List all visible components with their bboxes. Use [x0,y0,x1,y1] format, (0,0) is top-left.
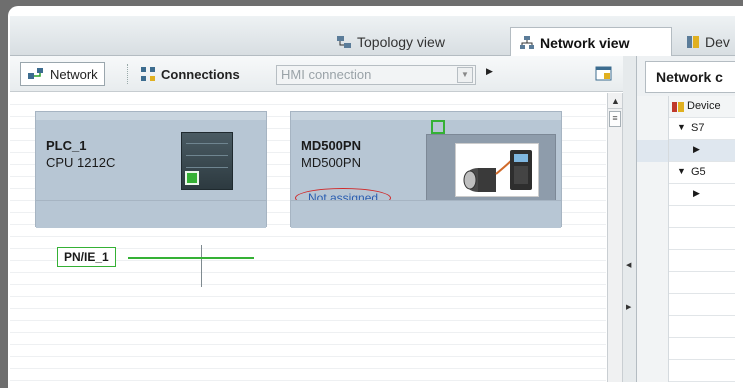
network-mode-button[interactable]: Network [20,62,105,86]
row-header-cell [637,272,669,294]
connections-icon [141,67,155,81]
play-arrow-icon[interactable]: ▶ [486,66,493,77]
plc-device[interactable]: PLC_1 CPU 1212C [35,111,267,228]
drive-profinet-port[interactable] [431,120,445,134]
subnet-label[interactable]: PN/IE_1 [57,247,116,267]
overview-row [637,338,735,360]
overview-row[interactable]: ▼ S7 [637,118,735,140]
overview-row[interactable]: ▶ [637,184,735,206]
overview-row [637,316,735,338]
drive-image [426,134,556,204]
plc-image-line [186,143,228,144]
plc-profinet-port[interactable] [185,171,199,185]
network-icon [520,35,534,49]
row-header-cell [637,96,669,118]
overview-header-row: Device [637,96,735,118]
connections-label: Connections [161,66,240,82]
tab-network-view[interactable]: Network view [510,27,672,57]
plc-image [181,132,233,190]
row-header-cell [637,294,669,316]
overview-row [637,206,735,228]
chevron-down-icon[interactable]: ▼ [457,67,473,83]
overview-grid: Device ▼ S7 ▶ ▼ G5 ▶ [637,96,735,382]
tab-network-label: Network view [540,34,630,51]
plc-type: CPU 1212C [46,155,116,170]
expand-icon[interactable]: ▼ [677,122,686,132]
drive-type: MD500PN [301,155,361,170]
topology-icon [337,36,351,48]
network-mode-icon [28,68,43,79]
row-header-cell [637,228,669,250]
row-header-cell [637,118,669,140]
network-toolbar: Network Connections HMI connection ▼ ▶ [10,56,630,92]
toolbar-separator [127,64,128,84]
device-band [291,112,561,120]
row-header-cell [637,206,669,228]
device-footer [291,200,561,228]
device-icon [687,36,699,48]
network-overview-panel: Network c Device ▼ S7 ▶ ▼ G5 ▶ [637,56,735,382]
scroll-thumb[interactable]: ≡ [609,111,621,127]
subnet-line[interactable] [128,257,254,259]
overview-row [637,250,735,272]
plc-image-line [186,167,228,168]
row-header-cell [637,140,669,162]
tab-topology-view[interactable]: Topology view [328,28,453,56]
overview-row-label: S7 [691,122,705,134]
overview-column-header: Device [687,100,721,112]
tab-device-label: Dev [705,34,730,50]
motor-drive-icon [463,150,532,192]
overview-row-label: G5 [691,166,706,178]
overview-row [637,272,735,294]
connection-type-select[interactable]: HMI connection ▼ [276,65,476,85]
connections-button[interactable]: Connections [134,62,246,86]
tab-topology-label: Topology view [357,34,445,50]
overview-row[interactable]: ▶ [637,140,735,162]
drive-picture-frame [455,143,539,197]
connection-type-value: HMI connection [281,67,372,82]
overview-row [637,228,735,250]
expand-icon[interactable]: ▶ [693,144,700,155]
drive-device[interactable]: MD500PN MD500PN Not assigned [290,111,562,228]
drive-name: MD500PN [301,138,361,153]
row-header-cell [637,360,669,382]
device-tree-icon [672,102,684,112]
canvas-vertical-scrollbar[interactable]: ▲ ≡ [607,93,623,382]
row-header-cell [637,162,669,184]
plc-image-line [186,155,228,156]
editor-frame: Topology view Network view Dev Network C… [8,6,743,388]
expand-icon[interactable]: ▼ [677,166,686,176]
row-header-cell [637,184,669,206]
overview-row [637,294,735,316]
panel-splitter[interactable]: ◀ ▶ [623,56,637,382]
row-header-cell [637,316,669,338]
overview-icon[interactable] [594,64,614,84]
collapse-left-icon[interactable]: ◀ [626,261,631,269]
view-tab-strip: Topology view Network view Dev [10,16,738,57]
scroll-up-icon[interactable]: ▲ [608,93,623,109]
tab-device-view[interactable]: Dev [678,28,738,56]
profinet-drop-line [201,245,202,287]
network-mode-label: Network [50,66,98,82]
expand-icon[interactable]: ▶ [693,188,700,199]
overview-row[interactable]: ▼ G5 [637,162,735,184]
network-canvas[interactable]: PLC_1 CPU 1212C MD500PN MD500PN Not assi… [10,93,606,382]
device-footer [36,200,266,228]
expand-right-icon[interactable]: ▶ [626,303,631,311]
overview-row [637,360,735,382]
plc-name: PLC_1 [46,138,87,153]
tab-network-overview[interactable]: Network c [645,61,735,93]
row-header-cell [637,250,669,272]
device-band [36,112,266,120]
row-header-cell [637,338,669,360]
